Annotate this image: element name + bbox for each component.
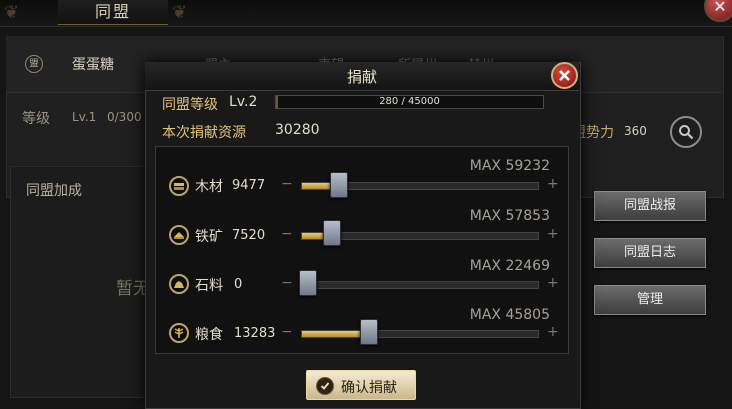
resource-rows: MAX 59232 木材 9477 − + MAX 57853 铁矿 7520 … — [155, 146, 567, 352]
donate-total-label: 本次捐献资源 — [162, 125, 246, 141]
wood-decrease-button[interactable]: − — [281, 176, 293, 192]
ornament-left-icon: ❦ — [4, 2, 20, 23]
confirm-donate-label: 确认捐献 — [341, 380, 397, 396]
resource-row-iron: MAX 57853 铁矿 7520 − + — [155, 196, 567, 246]
donate-total-value: 30280 — [275, 122, 320, 138]
search-icon — [679, 125, 694, 140]
grain-max: MAX 45805 — [469, 307, 550, 323]
dialog-title: 捐献 — [346, 68, 377, 86]
stone-amount: 0 — [234, 277, 243, 292]
manage-button[interactable]: 管理 — [594, 285, 706, 315]
wood-slider-thumb[interactable] — [329, 172, 348, 198]
ornament-right-icon: ❦ — [172, 2, 188, 23]
grain-name: 粮食 — [195, 327, 223, 343]
stone-icon — [169, 274, 189, 294]
close-icon — [559, 70, 570, 81]
stone-max: MAX 22469 — [469, 258, 550, 274]
alliance-name: 蛋蛋糖 — [72, 57, 114, 73]
alliance-title-tab[interactable]: 同盟 — [58, 0, 168, 25]
level-value: Lv.1 — [72, 110, 97, 124]
search-button[interactable] — [670, 116, 702, 148]
stone-decrease-button[interactable]: − — [281, 275, 293, 291]
grain-amount: 13283 — [234, 326, 276, 341]
iron-icon — [169, 225, 189, 245]
stone-name: 石料 — [195, 278, 223, 294]
iron-slider-thumb[interactable] — [322, 220, 341, 246]
confirm-donate-button[interactable]: 确认捐献 — [306, 370, 416, 400]
grain-icon — [169, 323, 189, 343]
wood-amount: 9477 — [232, 178, 266, 193]
grain-decrease-button[interactable]: − — [281, 324, 293, 340]
iron-max: MAX 57853 — [469, 208, 550, 224]
iron-increase-button[interactable]: + — [547, 226, 559, 242]
grain-slider-thumb[interactable] — [360, 319, 379, 345]
alliance-level-value: Lv.2 — [229, 94, 258, 110]
alliance-level-label: 同盟等级 — [162, 97, 218, 113]
level-label: 等级 — [22, 111, 50, 127]
power-value: 360 — [624, 124, 647, 138]
iron-name: 铁矿 — [195, 229, 223, 245]
alliance-exp-text: 280 / 45000 — [379, 96, 440, 107]
resource-row-grain: MAX 45805 粮食 13283 − + — [155, 296, 567, 352]
alliance-battle-report-button[interactable]: 同盟战报 — [594, 191, 706, 221]
wood-max: MAX 59232 — [469, 158, 550, 174]
dialog-close-button[interactable] — [551, 62, 578, 89]
wood-name: 木材 — [195, 179, 223, 195]
alliance-exp-bar: 280 / 45000 — [275, 95, 544, 109]
alliance-emblem-icon: 盟 — [25, 55, 43, 73]
wood-icon — [169, 176, 189, 196]
resource-row-wood: MAX 59232 木材 9477 − + — [155, 146, 567, 198]
alliance-bonus-label: 同盟加成 — [26, 183, 82, 199]
wood-increase-button[interactable]: + — [547, 176, 559, 192]
iron-amount: 7520 — [232, 228, 266, 243]
stone-increase-button[interactable]: + — [547, 275, 559, 291]
iron-decrease-button[interactable]: − — [281, 226, 293, 242]
alliance-log-button[interactable]: 同盟日志 — [594, 238, 706, 268]
grain-increase-button[interactable]: + — [547, 324, 559, 340]
stone-slider-track[interactable] — [301, 281, 539, 289]
stone-slider-thumb[interactable] — [299, 270, 317, 296]
grain-slider-track[interactable] — [301, 330, 539, 338]
resource-row-stone: MAX 22469 石料 0 − + — [155, 246, 567, 296]
level-progress: 0/300 — [107, 110, 142, 124]
checkmark-icon — [316, 377, 334, 395]
